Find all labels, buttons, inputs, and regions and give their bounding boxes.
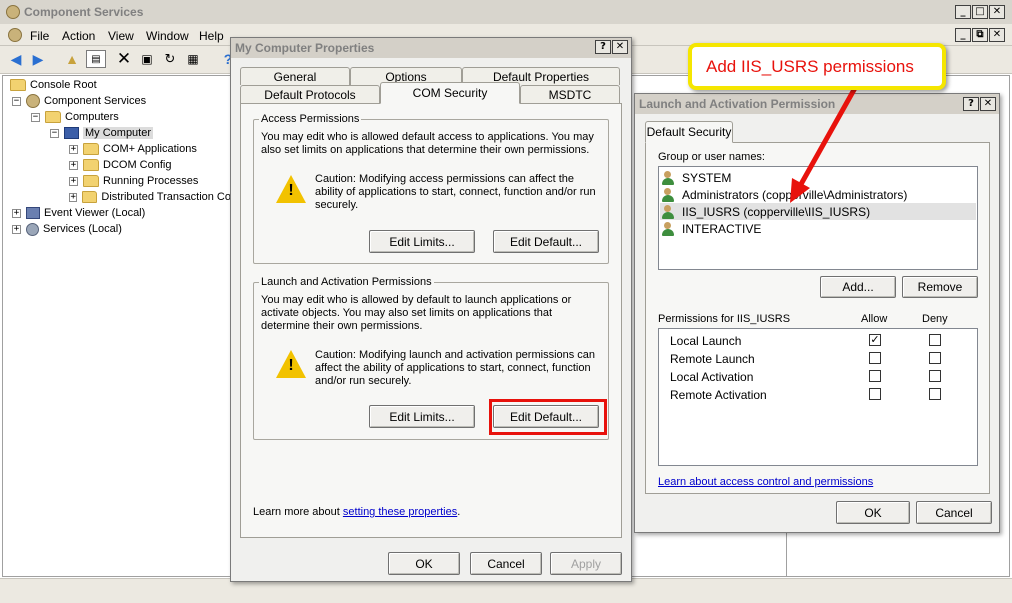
tab-com-security[interactable]: COM Security: [380, 82, 520, 104]
tab-default-security[interactable]: Default Security: [645, 121, 733, 143]
callout-arrow-shaft: [797, 85, 858, 189]
callout-text: Add IIS_USRS permissions: [706, 57, 914, 76]
